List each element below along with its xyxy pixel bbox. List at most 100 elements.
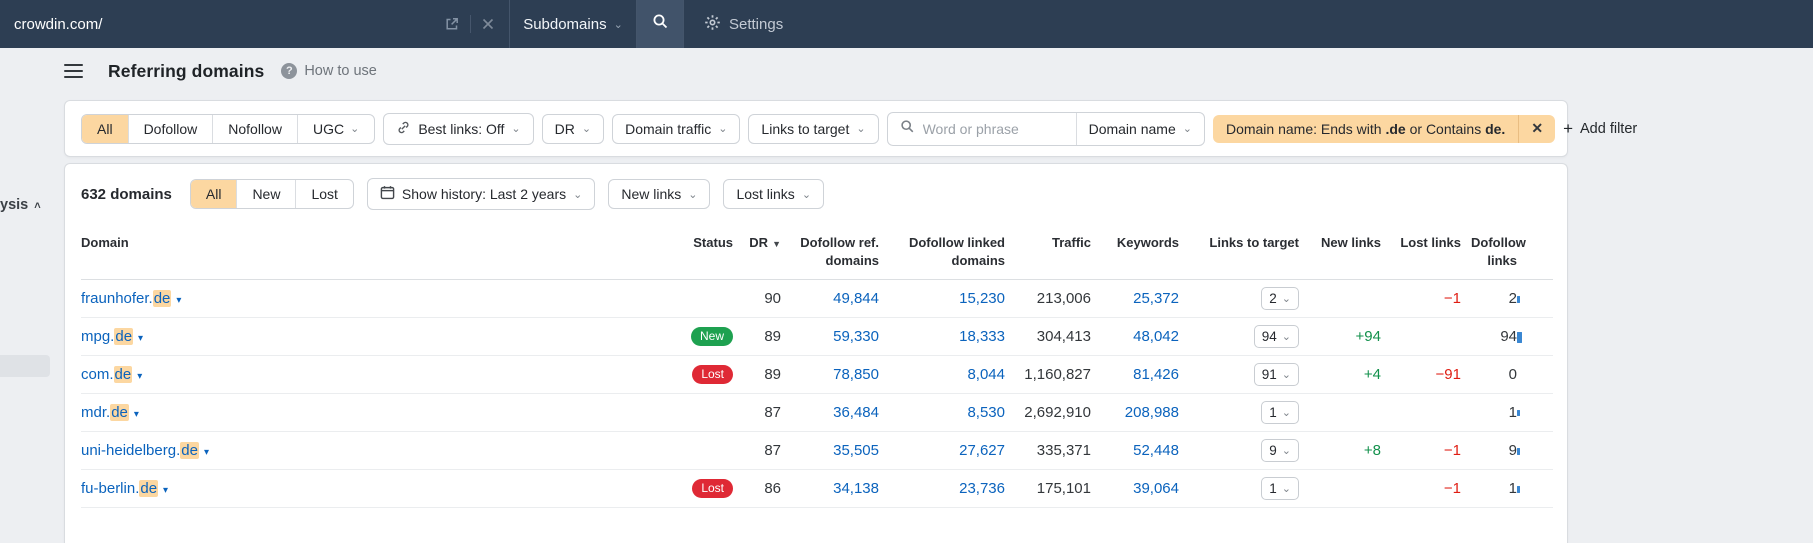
dofollow-linked-domains-value[interactable]: 8,530 bbox=[967, 404, 1005, 421]
dofollow-ref-domains-value[interactable]: 49,844 bbox=[833, 290, 879, 307]
keywords-value[interactable]: 208,988 bbox=[1125, 404, 1179, 421]
dofollow-linked-domains-value[interactable]: 18,333 bbox=[959, 328, 1005, 345]
chevron-down-icon: ⌄ bbox=[1281, 331, 1291, 344]
page-title: Referring domains bbox=[108, 60, 265, 81]
search-submit-button[interactable] bbox=[637, 0, 684, 48]
domain-link[interactable]: mdr.de bbox=[81, 404, 129, 422]
keywords-value[interactable]: 25,372 bbox=[1133, 290, 1179, 307]
dofollow-links-value: 1 bbox=[1461, 469, 1517, 509]
dofollow-linked-domains-value[interactable]: 15,230 bbox=[959, 290, 1005, 307]
domain-options-caret-icon[interactable]: ▾ bbox=[134, 409, 139, 420]
domain-options-caret-icon[interactable]: ▾ bbox=[204, 447, 209, 458]
links-to-target-select[interactable]: 9 ⌄ bbox=[1261, 439, 1299, 463]
lost-links-value bbox=[1381, 393, 1461, 433]
link-type-dofollow[interactable]: Dofollow bbox=[127, 114, 213, 143]
domain-link[interactable]: fraunhofer.de bbox=[81, 290, 172, 308]
dofollow-ref-domains-value[interactable]: 36,484 bbox=[833, 404, 879, 421]
table-row: fraunhofer.de ▾ 90 49,844 15,230 213,006 … bbox=[81, 279, 1553, 319]
domain-options-caret-icon[interactable]: ▾ bbox=[137, 371, 142, 382]
dofollow-ref-domains-value[interactable]: 35,505 bbox=[833, 442, 879, 459]
new-links-value: +4 bbox=[1299, 355, 1381, 395]
keywords-value[interactable]: 39,064 bbox=[1133, 480, 1179, 497]
clear-target-icon[interactable] bbox=[481, 17, 495, 31]
links-to-target-select[interactable]: 94 ⌄ bbox=[1253, 325, 1299, 349]
col-keywords[interactable]: Keywords bbox=[1091, 224, 1179, 281]
new-links-dropdown[interactable]: New links ⌄ bbox=[608, 179, 711, 209]
question-icon: ? bbox=[281, 63, 298, 79]
word-search-input[interactable] bbox=[922, 120, 1053, 137]
col-traffic[interactable]: Traffic bbox=[1005, 224, 1091, 281]
lost-links-value: −1 bbox=[1381, 431, 1461, 471]
link-type-ugc-dropdown[interactable]: UGC ⌄ bbox=[296, 114, 374, 143]
col-domain[interactable]: Domain bbox=[81, 224, 641, 281]
menu-icon[interactable] bbox=[64, 63, 83, 79]
show-history-dropdown[interactable]: Show history: Last 2 years ⌄ bbox=[366, 178, 596, 210]
word-search-field[interactable] bbox=[888, 113, 1076, 145]
remove-filter-icon[interactable]: ✕ bbox=[1518, 114, 1555, 143]
traffic-value: 335,371 bbox=[1005, 431, 1091, 471]
add-filter-button[interactable]: + Add filter bbox=[1563, 120, 1643, 137]
active-filter-chip-label: Domain name: Ends with .de or Contains d… bbox=[1225, 120, 1506, 137]
col-new-links[interactable]: New links bbox=[1299, 224, 1381, 281]
sort-desc-icon: ▼ bbox=[772, 239, 781, 249]
link-type-all[interactable]: All bbox=[82, 114, 128, 143]
col-dofollow-linked-domains[interactable]: Dofollow linked domains bbox=[879, 224, 1005, 281]
target-url-value[interactable]: crowdin.com/ bbox=[14, 16, 102, 33]
new-links-value: +8 bbox=[1299, 431, 1381, 471]
lost-links-value: −91 bbox=[1381, 355, 1461, 395]
word-search-group: Domain name ⌄ bbox=[886, 111, 1205, 146]
best-links-dropdown[interactable]: Best links: Off ⌄ bbox=[383, 112, 534, 145]
table-body: fraunhofer.de ▾ 90 49,844 15,230 213,006 … bbox=[81, 279, 1553, 509]
dofollow-ref-domains-value[interactable]: 78,850 bbox=[833, 366, 879, 383]
status-tab-new[interactable]: New bbox=[236, 180, 295, 208]
settings-button[interactable]: Settings bbox=[704, 0, 783, 48]
links-to-target-filter-dropdown[interactable]: Links to target ⌄ bbox=[748, 113, 879, 144]
chevron-down-icon: ⌄ bbox=[801, 188, 812, 201]
domain-link[interactable]: com.de bbox=[81, 366, 133, 384]
col-dofollow-links[interactable]: Dofollow links bbox=[1461, 224, 1526, 281]
keywords-value[interactable]: 52,448 bbox=[1133, 442, 1179, 459]
links-to-target-select[interactable]: 2 ⌄ bbox=[1261, 287, 1299, 311]
col-dofollow-ref-domains[interactable]: Dofollow ref. domains bbox=[781, 224, 879, 281]
table-row: mdr.de ▾ 87 36,484 8,530 2,692,910 208,98… bbox=[81, 393, 1553, 433]
chevron-down-icon: ⌄ bbox=[350, 123, 360, 135]
status-tab-lost[interactable]: Lost bbox=[295, 180, 352, 208]
filter-bar: All Dofollow Nofollow UGC ⌄ Best links: … bbox=[64, 100, 1637, 157]
domain-link[interactable]: mpg.de bbox=[81, 328, 134, 346]
dofollow-ref-domains-value[interactable]: 59,330 bbox=[833, 328, 879, 345]
links-to-target-select[interactable]: 1 ⌄ bbox=[1261, 477, 1299, 501]
links-to-target-select[interactable]: 1 ⌄ bbox=[1261, 401, 1299, 425]
domain-traffic-filter-dropdown[interactable]: Domain traffic ⌄ bbox=[612, 113, 741, 144]
dofollow-linked-domains-value[interactable]: 8,044 bbox=[967, 366, 1005, 383]
open-external-icon[interactable] bbox=[444, 16, 460, 32]
chevron-down-icon: ⌄ bbox=[1182, 123, 1192, 135]
col-lost-links[interactable]: Lost links bbox=[1381, 224, 1461, 281]
domain-options-caret-icon[interactable]: ▾ bbox=[163, 485, 168, 496]
links-to-target-select[interactable]: 91 ⌄ bbox=[1253, 363, 1299, 387]
col-links-to-target[interactable]: Links to target bbox=[1179, 224, 1299, 281]
referring-domains-table: Domain Status DR ▼ Dofollow ref. domains … bbox=[81, 224, 1553, 509]
dofollow-linked-domains-value[interactable]: 23,736 bbox=[959, 480, 1005, 497]
dofollow-linked-domains-value[interactable]: 27,627 bbox=[959, 442, 1005, 459]
keywords-value[interactable]: 81,426 bbox=[1133, 366, 1179, 383]
target-mode-dropdown[interactable]: Subdomains ⌄ bbox=[510, 0, 637, 48]
col-status[interactable]: Status bbox=[641, 224, 733, 281]
dr-filter-dropdown[interactable]: DR ⌄ bbox=[541, 113, 605, 144]
traffic-value: 304,413 bbox=[1005, 317, 1091, 357]
dofollow-ref-domains-value[interactable]: 34,138 bbox=[833, 480, 879, 497]
domain-link[interactable]: fu-berlin.de bbox=[81, 480, 159, 498]
domain-options-caret-icon[interactable]: ▾ bbox=[176, 295, 181, 306]
search-scope-dropdown[interactable]: Domain name ⌄ bbox=[1075, 112, 1204, 145]
col-dr[interactable]: DR ▼ bbox=[733, 224, 781, 281]
domain-options-caret-icon[interactable]: ▾ bbox=[138, 333, 143, 344]
sidebar-partial-item[interactable] bbox=[0, 355, 50, 377]
keywords-value[interactable]: 48,042 bbox=[1133, 328, 1179, 345]
target-input[interactable]: crowdin.com/ bbox=[0, 0, 510, 48]
how-to-use-link[interactable]: ? How to use bbox=[281, 63, 377, 79]
active-filter-chip[interactable]: Domain name: Ends with .de or Contains d… bbox=[1212, 114, 1556, 143]
link-type-nofollow[interactable]: Nofollow bbox=[212, 114, 297, 143]
domain-link[interactable]: uni-heidelberg.de bbox=[81, 442, 199, 460]
lost-links-dropdown[interactable]: Lost links ⌄ bbox=[723, 179, 825, 209]
sidebar-partial-label[interactable]: ysis ˄ bbox=[0, 197, 41, 213]
status-tab-all[interactable]: All bbox=[190, 180, 237, 208]
